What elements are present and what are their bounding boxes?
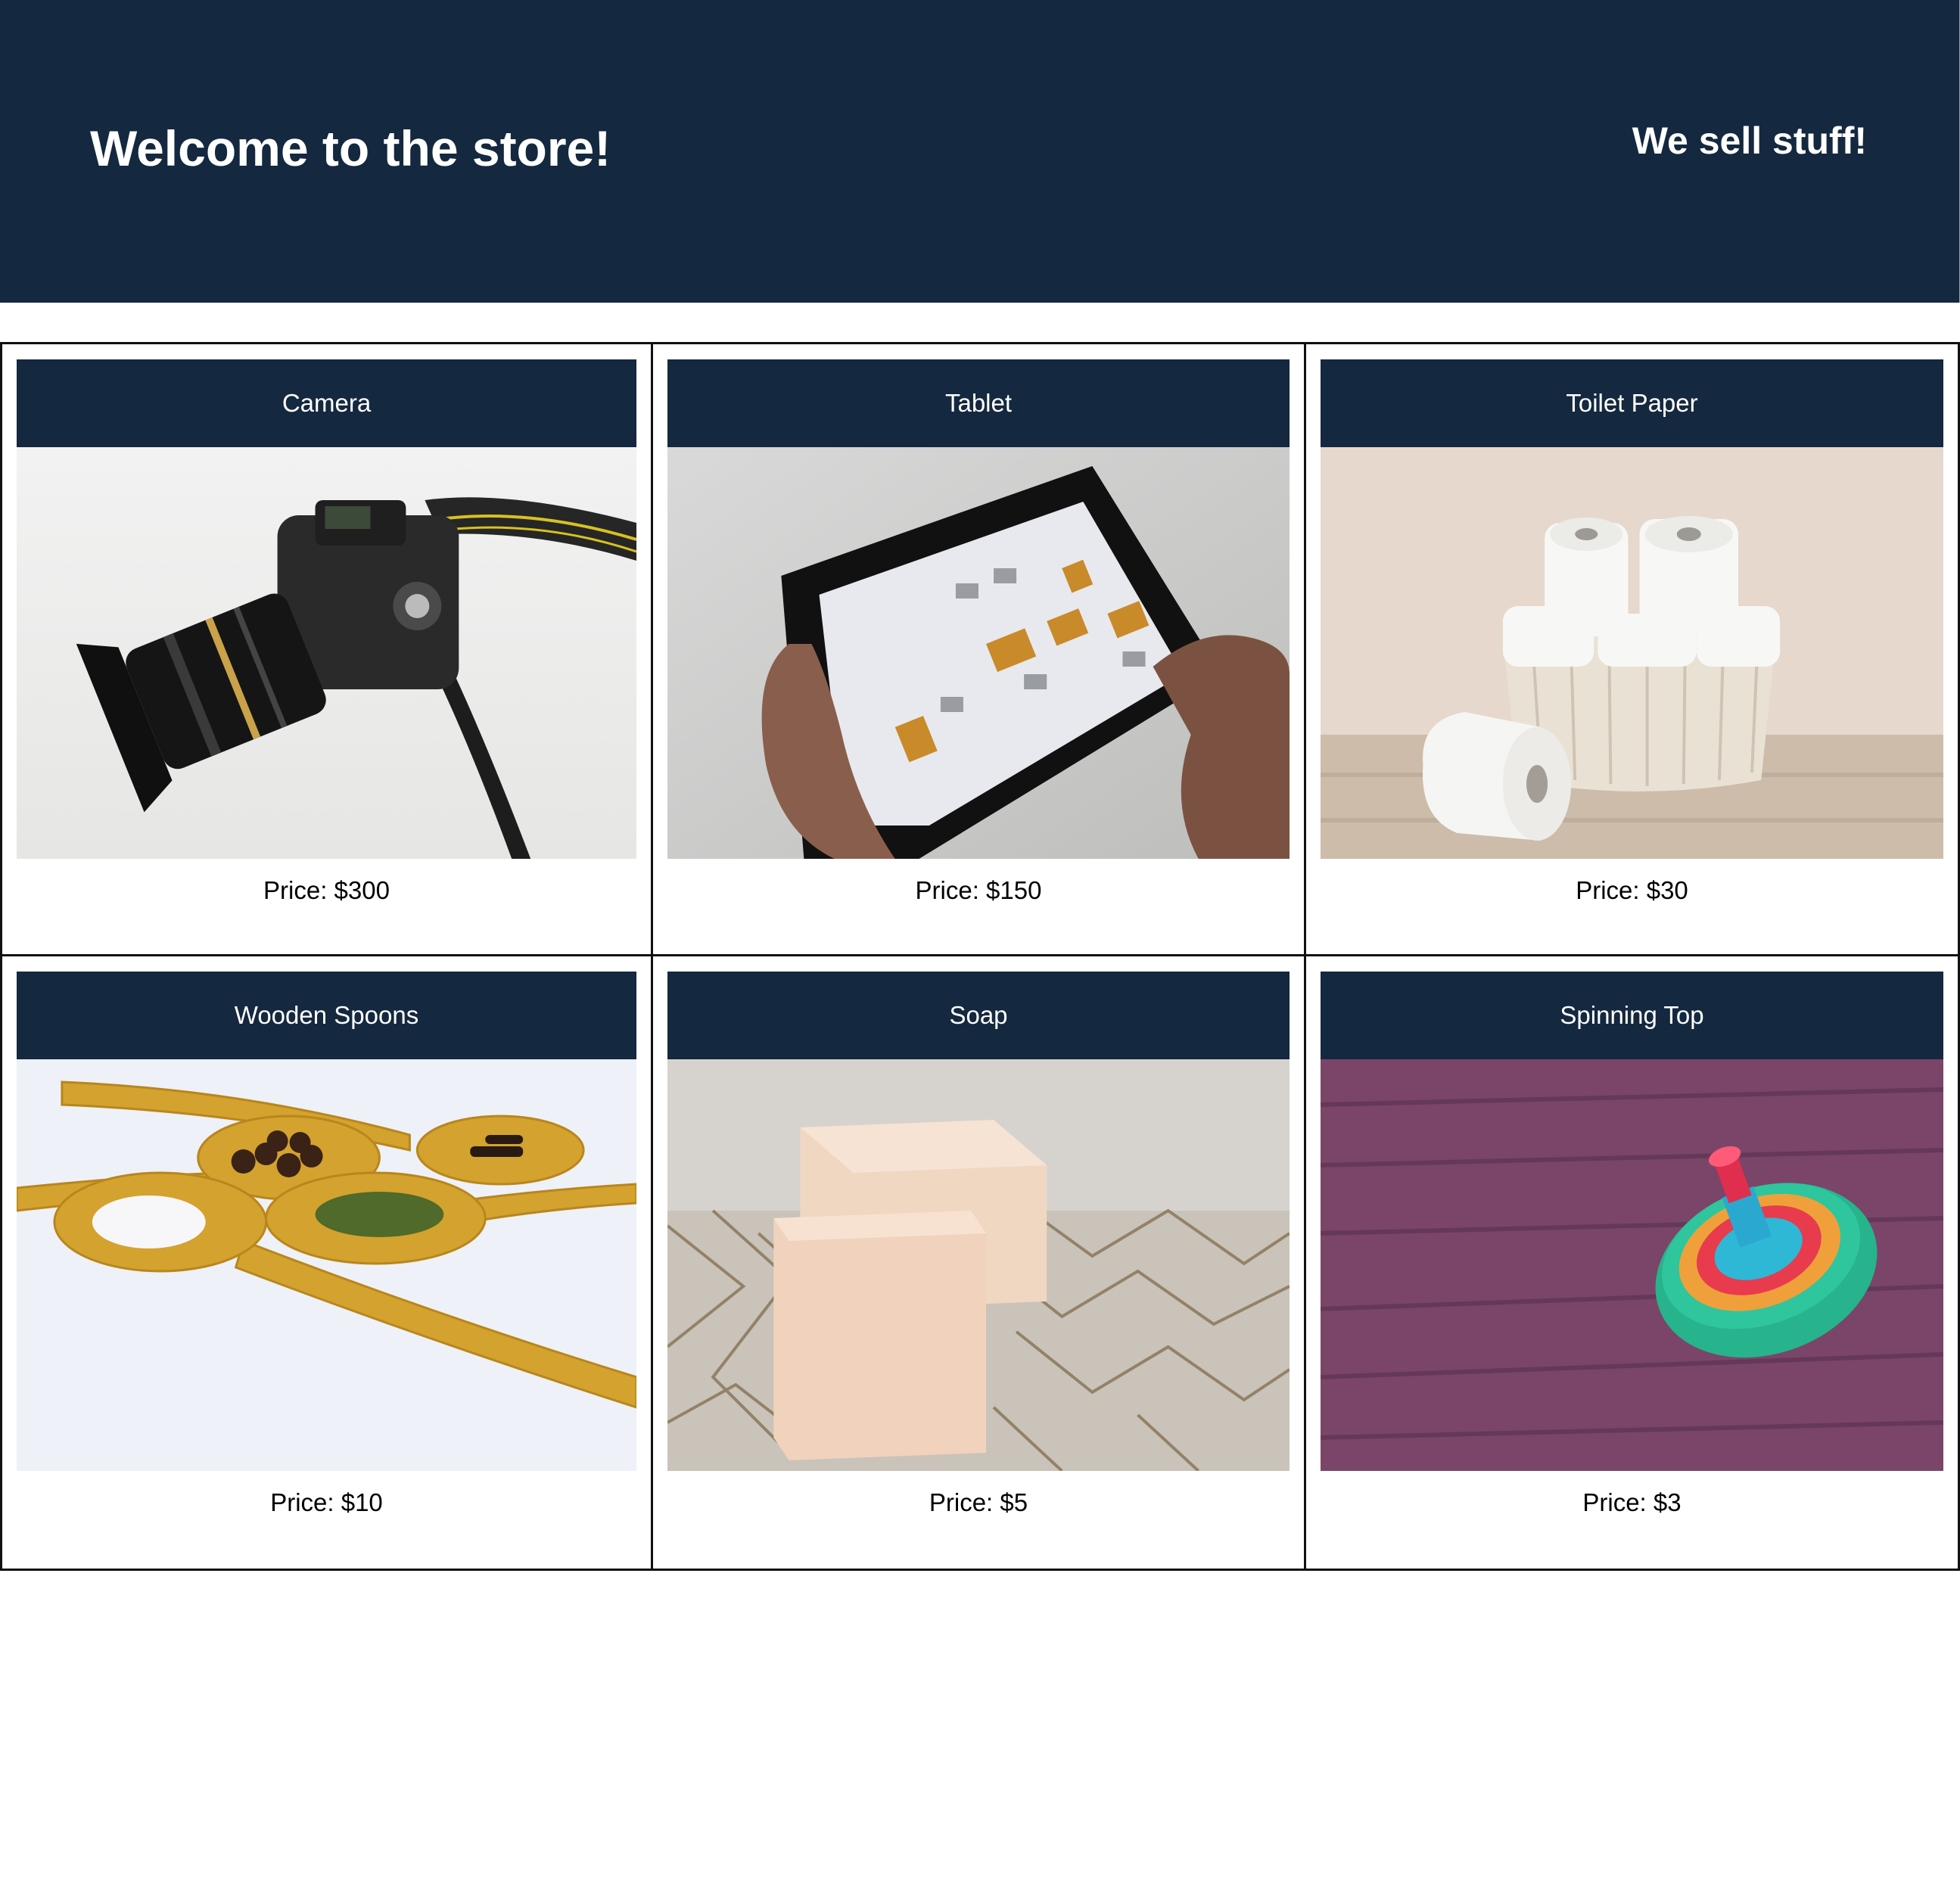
toilet-paper-photo: [1321, 447, 1943, 859]
product-name: Soap: [667, 972, 1290, 1059]
tablet-photo: [667, 447, 1290, 859]
site-header: Welcome to the store! We sell stuff!: [0, 0, 1960, 303]
product-card-toilet-paper[interactable]: Toilet Paper Price: $30: [1304, 342, 1960, 956]
product-name: Camera: [17, 359, 636, 447]
product-card-camera[interactable]: Camera Price: $300: [0, 342, 653, 956]
product-card-tablet[interactable]: Tablet Price: $150: [651, 342, 1306, 956]
product-card-wooden-spoons[interactable]: Wooden Spoons Price: $10: [0, 954, 653, 1571]
page-title: Welcome to the store!: [90, 120, 611, 176]
soap-photo: [667, 1059, 1290, 1471]
product-card-soap[interactable]: Soap Price: $5: [651, 954, 1306, 1571]
product-name: Tablet: [667, 359, 1290, 447]
product-grid: Camera Price: $300 Tablet Price: $150 To…: [0, 342, 1960, 1571]
product-card-spinning-top[interactable]: Spinning Top Price: $3: [1304, 954, 1960, 1571]
product-name: Toilet Paper: [1321, 359, 1943, 447]
camera-photo: [17, 447, 636, 859]
product-price: Price: $30: [1576, 876, 1688, 904]
product-price: Price: $3: [1582, 1488, 1682, 1516]
product-price: Price: $5: [929, 1488, 1028, 1516]
product-price: Price: $300: [263, 876, 390, 904]
wooden-spoons-photo: [17, 1059, 636, 1471]
product-name: Spinning Top: [1321, 972, 1943, 1059]
product-price: Price: $10: [270, 1488, 383, 1516]
store-page: Welcome to the store! We sell stuff! Cam…: [0, 0, 1960, 1878]
spinning-top-photo: [1321, 1059, 1943, 1471]
store-tagline: We sell stuff!: [1632, 120, 1867, 162]
product-name: Wooden Spoons: [17, 972, 636, 1059]
product-price: Price: $150: [915, 876, 1042, 904]
